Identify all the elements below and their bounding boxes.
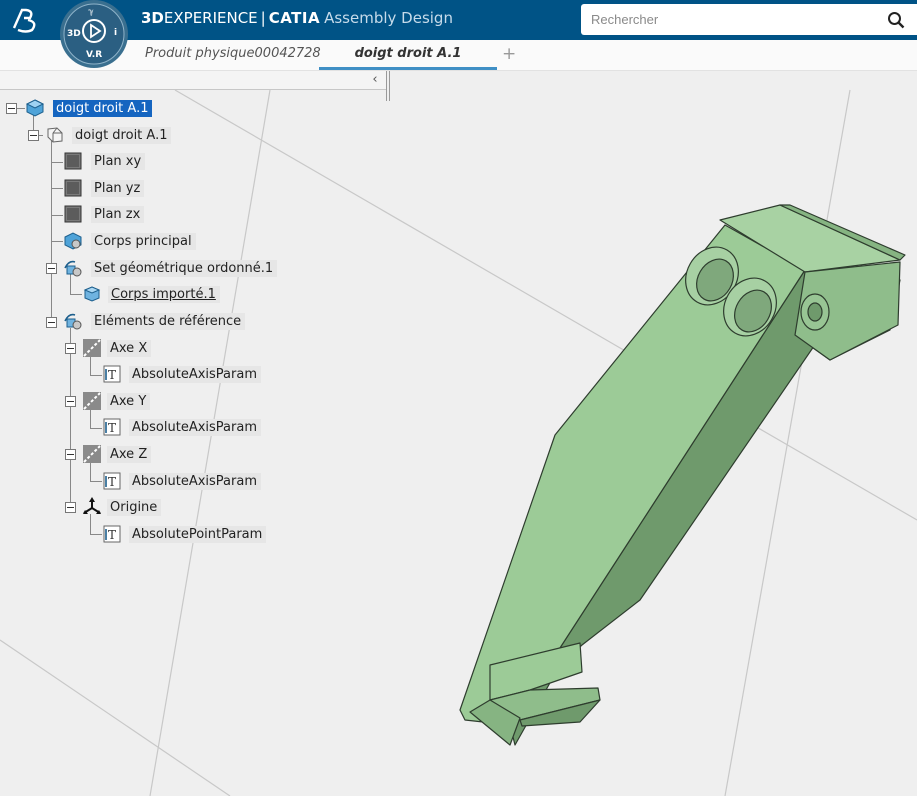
- imported-body-icon: [83, 286, 101, 302]
- expander-root[interactable]: [6, 103, 17, 114]
- expander-axe-y[interactable]: [65, 396, 76, 407]
- parameter-icon: T: [103, 472, 121, 490]
- origin-icon: [83, 497, 101, 514]
- search-box: [581, 4, 917, 35]
- expander-reference-elements[interactable]: [46, 317, 57, 328]
- svg-text:V.R: V.R: [86, 50, 102, 60]
- body-icon: [64, 232, 82, 250]
- svg-text:3D: 3D: [67, 29, 81, 39]
- svg-text:T: T: [108, 421, 116, 435]
- svg-text:ℽ: ℽ: [87, 7, 94, 16]
- expander-geometric-set[interactable]: [46, 263, 57, 274]
- svg-text:T: T: [108, 368, 116, 382]
- axis-icon: [83, 339, 101, 357]
- plane-icon: [64, 152, 82, 170]
- product-icon: [25, 99, 45, 117]
- part-icon: [47, 127, 63, 143]
- compass-icon[interactable]: 3D V.R i ℽ: [58, 0, 130, 70]
- axis-icon: [83, 445, 101, 463]
- expander-part[interactable]: [28, 130, 39, 141]
- search-input[interactable]: [581, 4, 901, 35]
- axis-icon: [83, 392, 101, 410]
- reference-elements-icon: [64, 313, 82, 330]
- expander-axe-x[interactable]: [65, 343, 76, 354]
- svg-text:i: i: [114, 28, 117, 38]
- search-icon[interactable]: [887, 11, 905, 29]
- parameter-icon: T: [103, 365, 121, 383]
- add-tab-button[interactable]: +: [502, 44, 516, 64]
- svg-text:T: T: [108, 475, 116, 489]
- svg-text:T: T: [108, 528, 116, 542]
- parameter-icon: T: [103, 418, 121, 436]
- expander-origine[interactable]: [65, 502, 76, 513]
- plane-icon: [64, 205, 82, 223]
- expander-axe-z[interactable]: [65, 449, 76, 460]
- geometric-set-icon: [64, 260, 82, 277]
- parameter-icon: T: [103, 525, 121, 543]
- plane-icon: [64, 179, 82, 197]
- specification-tree: doigt droit A.1 doigt droit A.1 Plan xy …: [0, 0, 400, 560]
